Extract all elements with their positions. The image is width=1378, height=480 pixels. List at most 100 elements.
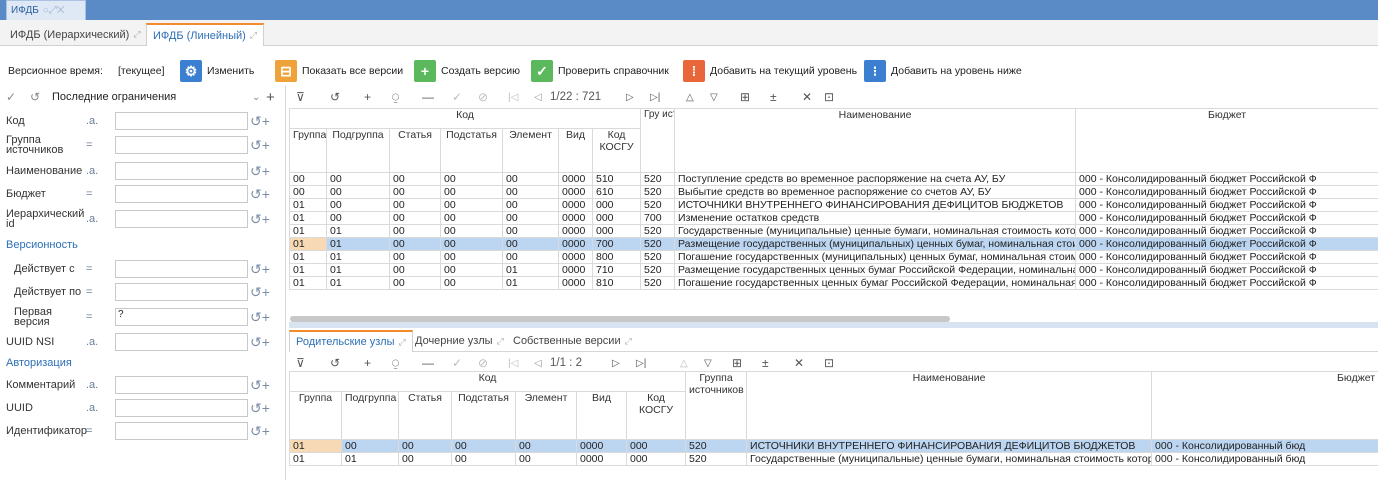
table-cell[interactable]: 01 <box>289 276 327 290</box>
table-cell[interactable]: 00 <box>502 211 559 225</box>
reset-plus-icon[interactable]: ↺+ <box>250 186 270 203</box>
table-cell[interactable]: 00 <box>389 237 441 251</box>
table-cell[interactable]: 520 <box>640 198 676 212</box>
next-page-icon[interactable]: ▷ <box>626 92 634 103</box>
table-cell[interactable]: 01 <box>326 237 390 251</box>
refresh-icon[interactable]: ↺ <box>330 356 340 370</box>
save-icon[interactable]: ✓ <box>452 90 462 104</box>
table-cell[interactable]: 01 <box>289 237 327 251</box>
table-cell[interactable]: 00 <box>440 263 503 277</box>
delete-icon[interactable]: — <box>422 356 434 370</box>
expand-icon[interactable]: ⤢ <box>250 30 257 41</box>
table-cell[interactable]: 01 <box>326 224 390 238</box>
table-cell[interactable]: Выбытие средств во временное распоряжени… <box>674 185 1077 199</box>
table-cell[interactable]: 00 <box>389 198 441 212</box>
cancel-icon[interactable]: ⊘ <box>478 90 488 104</box>
add-current-level-button[interactable]: ⁞ Добавить на текущий уровень <box>683 57 857 85</box>
table-cell[interactable]: 000 <box>591 224 642 238</box>
table-cell[interactable]: 00 <box>440 250 503 264</box>
table-cell[interactable]: Размещение государственных (муниципальны… <box>674 237 1077 251</box>
table-cell[interactable]: 01 <box>289 224 327 238</box>
first-page-icon[interactable]: |◁ <box>508 358 518 369</box>
limits-select[interactable]: Последние ограничения <box>52 91 176 103</box>
check-icon[interactable]: ✓ <box>6 90 16 104</box>
table-cell[interactable]: 000 <box>625 439 687 453</box>
table-cell[interactable]: 000 <box>591 211 642 225</box>
filter-operator[interactable]: = <box>86 139 92 151</box>
table-cell[interactable]: 00 <box>451 452 516 466</box>
chevron-down-icon[interactable]: ⌄ <box>252 92 260 103</box>
table-cell[interactable]: 00 <box>440 198 503 212</box>
tab-own-versions[interactable]: Собственные версии ⤢ <box>507 330 638 352</box>
close-icon[interactable]: ✕ <box>802 90 812 104</box>
table-row[interactable]: 00 00 00 00 00 0000 610 520 Выбытие средств во в… <box>289 185 1378 199</box>
table-cell[interactable]: 00 <box>389 211 441 225</box>
table-cell[interactable]: 00 <box>389 172 441 186</box>
add-level-below-button[interactable]: ⁝ Добавить на уровень ниже <box>864 57 1022 85</box>
table-cell[interactable]: 0000 <box>558 276 593 290</box>
filter-operator[interactable]: = <box>86 286 92 298</box>
filter-input[interactable] <box>115 376 248 394</box>
column-header[interactable]: Подгруппа <box>341 391 399 440</box>
save-icon[interactable]: ✓ <box>452 356 462 370</box>
column-header[interactable]: Код КОСГУ <box>625 391 687 440</box>
cancel-icon[interactable]: ⊘ <box>478 356 488 370</box>
table-cell[interactable]: 01 <box>289 263 327 277</box>
table-row[interactable]: 01 01 00 00 00 0000 700 520 Размещение государст… <box>289 237 1378 251</box>
filter-input[interactable] <box>115 333 248 351</box>
expand-icon[interactable]: ⤢ <box>625 336 632 347</box>
table-cell[interactable]: 00 <box>502 172 559 186</box>
column-header[interactable]: Группа <box>289 391 342 440</box>
reset-plus-icon[interactable]: ↺+ <box>250 113 270 130</box>
reset-plus-icon[interactable]: ↺+ <box>250 261 270 278</box>
filter-operator[interactable]: .a. <box>86 213 98 225</box>
check-directory-button[interactable]: ✓ Проверить справочник <box>531 57 669 85</box>
table-cell[interactable]: 0000 <box>558 263 593 277</box>
table-cell[interactable]: 01 <box>326 276 390 290</box>
table-cell[interactable]: 00 <box>326 172 390 186</box>
show-all-versions-button[interactable]: ⊟ Показать все версии <box>275 57 403 85</box>
reset-plus-icon[interactable]: ↺+ <box>250 423 270 440</box>
column-header[interactable]: Подстатья <box>440 128 503 173</box>
filter-operator[interactable]: .a. <box>86 165 98 177</box>
table-cell[interactable]: 00 <box>502 198 559 212</box>
table-cell[interactable]: 700 <box>640 211 676 225</box>
sort-desc-icon[interactable]: ▽ <box>704 358 712 369</box>
table-cell[interactable]: 00 <box>389 185 441 199</box>
table-cell[interactable]: 00 <box>440 172 503 186</box>
table-cell[interactable]: 01 <box>326 250 390 264</box>
table-cell[interactable]: 00 <box>502 250 559 264</box>
table-row[interactable]: 01 01 00 00 00 0000 800 520 Погашение государств… <box>289 250 1378 264</box>
table-cell[interactable]: 00 <box>398 452 452 466</box>
filter-operator[interactable]: .a. <box>86 402 98 414</box>
table-cell[interactable]: 00 <box>326 198 390 212</box>
expand-icon[interactable]: ⤢ <box>133 29 140 40</box>
table-row[interactable]: 01 00 00 00 00 0000 000 520 ИСТОЧНИКИ ВНУТРЕННЕГ… <box>289 439 1378 453</box>
first-page-icon[interactable]: |◁ <box>508 92 518 103</box>
prev-page-icon[interactable]: ◁ <box>534 358 542 369</box>
tab-parent-nodes[interactable]: Родительские узлы ⤢ <box>289 330 413 352</box>
table-cell[interactable]: 810 <box>591 276 642 290</box>
table-cell[interactable]: 00 <box>289 185 327 199</box>
filter-icon[interactable]: ⊽ <box>296 90 305 104</box>
column-header[interactable]: Группа <box>289 128 327 173</box>
table-cell[interactable]: 00 <box>440 211 503 225</box>
column-header[interactable]: Бюджет <box>1151 371 1378 440</box>
table-cell[interactable]: 0000 <box>558 172 593 186</box>
filter-operator[interactable]: .a. <box>86 115 98 127</box>
last-page-icon[interactable]: ▷| <box>650 92 660 103</box>
column-header[interactable]: Гру источ <box>640 108 676 173</box>
table-cell[interactable]: Государственные (муниципальные) ценные б… <box>674 224 1077 238</box>
table-cell[interactable]: 01 <box>341 452 399 466</box>
create-version-button[interactable]: + Создать версию <box>414 57 520 85</box>
filter-input[interactable] <box>115 399 248 417</box>
table-cell[interactable]: 00 <box>451 439 516 453</box>
table-cell[interactable]: 00 <box>440 237 503 251</box>
table-cell[interactable]: 000 - Консолидированный бюджет Российско… <box>1075 263 1378 277</box>
delete-icon[interactable]: — <box>422 90 434 104</box>
table-cell[interactable]: 520 <box>640 224 676 238</box>
table-cell[interactable]: 520 <box>685 452 748 466</box>
table-row[interactable]: 00 00 00 00 00 0000 510 520 Поступление средств … <box>289 172 1378 186</box>
table-cell[interactable]: 000 - Консолидированный бюджет Российско… <box>1075 172 1378 186</box>
section-authorization[interactable]: Авторизация <box>0 354 284 372</box>
